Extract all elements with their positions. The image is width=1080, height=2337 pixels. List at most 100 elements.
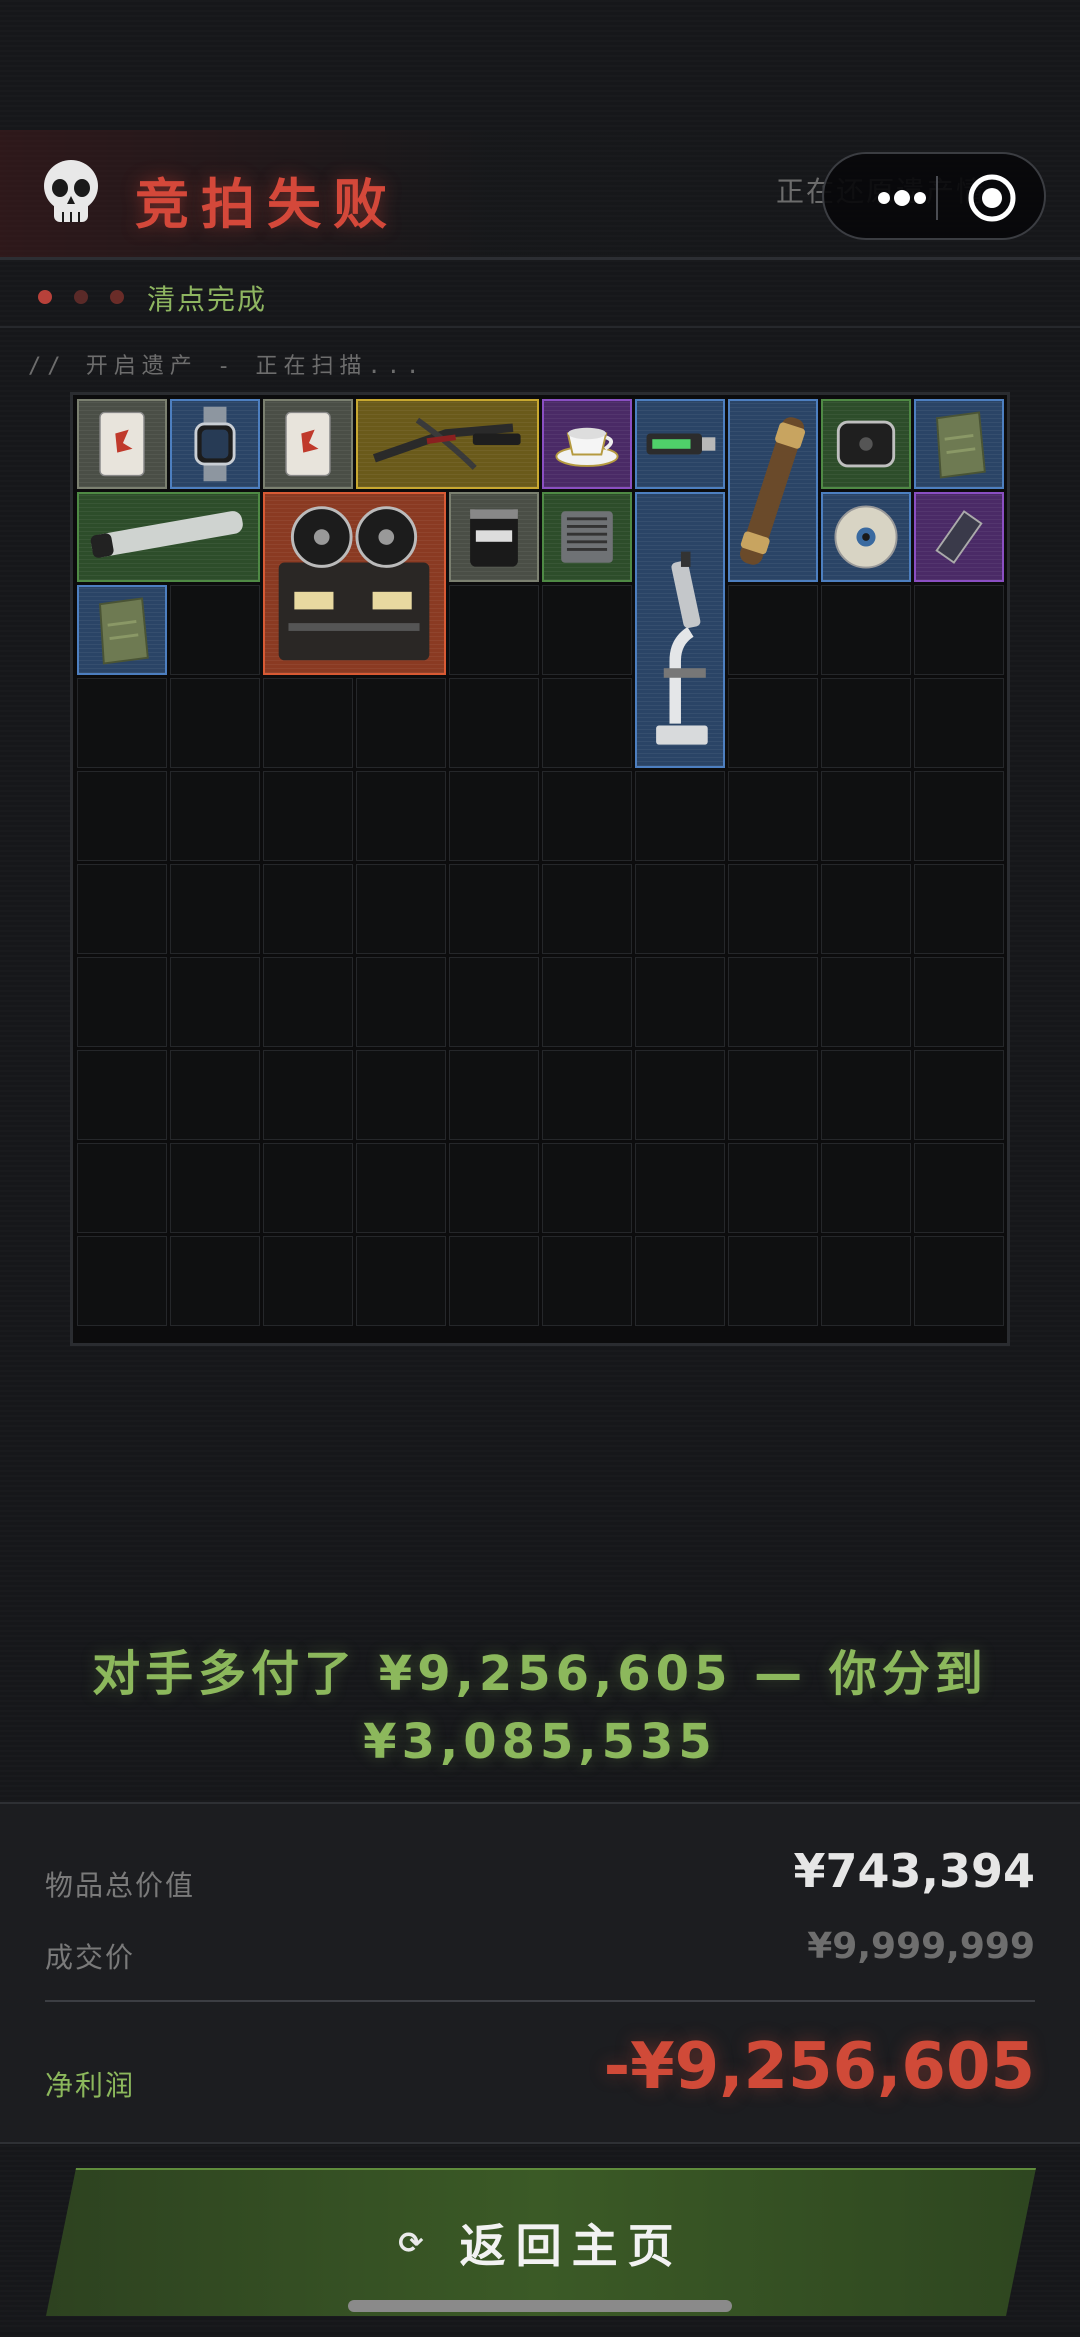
summary-panel: 物品总价值 ¥743,394 成交价 ¥9,999,999 净利润 -¥9,25… <box>0 1802 1080 2144</box>
smartwatch-item[interactable] <box>170 399 260 489</box>
ration-pack-item[interactable] <box>914 399 1004 489</box>
inventory-slot <box>914 771 1004 861</box>
inventory-slot <box>356 864 446 954</box>
status-text: 清点完成 <box>147 283 268 316</box>
usb-icon <box>646 433 716 455</box>
microscope-item[interactable] <box>635 492 725 768</box>
inventory-slot <box>542 957 632 1047</box>
inventory-slot <box>263 1236 353 1326</box>
inventory-slot <box>356 1143 446 1233</box>
spyglass-icon <box>740 417 806 565</box>
light-tube-item[interactable] <box>77 492 260 582</box>
inventory-slot <box>821 1050 911 1140</box>
inventory-slot <box>170 1050 260 1140</box>
inventory-slot <box>821 957 911 1047</box>
inventory-cells <box>77 399 1007 1339</box>
playing-card-item[interactable] <box>77 399 167 489</box>
inventory-slot <box>170 678 260 768</box>
skull-icon <box>44 160 98 222</box>
deal-price: ¥9,999,999 <box>807 1926 1035 1967</box>
inventory-slot <box>542 1050 632 1140</box>
inventory-slot <box>542 585 632 675</box>
inventory-slot <box>263 957 353 1047</box>
inventory-slot <box>542 1236 632 1326</box>
inventory-slot <box>635 1143 725 1233</box>
outcome-line-2: ¥3,085,535 <box>363 1714 717 1770</box>
return-home-button[interactable]: ⟳ 返回主页 <box>46 2168 1036 2316</box>
pack-icon <box>936 411 986 479</box>
inventory-slot <box>449 585 539 675</box>
inventory-slot <box>635 1050 725 1140</box>
inventory-slot <box>77 1236 167 1326</box>
inventory-slot <box>77 771 167 861</box>
inventory-slot <box>356 1236 446 1326</box>
inventory-slot <box>170 771 260 861</box>
inventory-slot <box>914 1236 1004 1326</box>
protein-tub-item[interactable] <box>449 492 539 582</box>
crossbow-item[interactable] <box>356 399 539 489</box>
ram-icon <box>935 510 983 564</box>
inventory-slot <box>77 1143 167 1233</box>
inventory-slot <box>170 1236 260 1326</box>
status-dot <box>74 290 88 304</box>
card-icon <box>99 411 145 477</box>
watch-icon <box>194 406 236 482</box>
power-bank-item[interactable] <box>821 399 911 489</box>
inventory-slot <box>356 1050 446 1140</box>
teacup-icon <box>555 427 619 467</box>
deal-price-label: 成交价 <box>45 1941 136 1974</box>
refresh-icon: ⟳ <box>398 2225 434 2261</box>
ration-pack-item-2[interactable] <box>77 585 167 675</box>
close-miniprogram-icon[interactable] <box>964 170 1020 226</box>
inventory-slot <box>356 678 446 768</box>
inventory-slot <box>542 864 632 954</box>
inventory-slot <box>263 1143 353 1233</box>
inventory-slot <box>635 957 725 1047</box>
total-value-label: 物品总价值 <box>45 1869 196 1902</box>
net-profit-value: -¥9,256,605 <box>603 2030 1035 2104</box>
inventory-slot <box>728 678 818 768</box>
disc-icon <box>834 505 898 569</box>
return-home-label: 返回主页 <box>459 2219 684 2273</box>
inventory-slot <box>542 1143 632 1233</box>
inventory-slot <box>914 1050 1004 1140</box>
inventory-slot <box>728 771 818 861</box>
cd-disc-item[interactable] <box>821 492 911 582</box>
spades-card-item[interactable] <box>263 399 353 489</box>
inventory-slot <box>170 585 260 675</box>
tube-icon <box>90 511 243 558</box>
spyglass-item[interactable] <box>728 399 818 582</box>
teacup-item[interactable] <box>542 399 632 489</box>
inventory-slot <box>449 771 539 861</box>
inventory-grid <box>70 392 1010 1346</box>
scan-text: // 开启遗产 - 正在扫描... <box>28 354 426 379</box>
status-dot <box>110 290 124 304</box>
more-options-icon[interactable] <box>854 183 944 213</box>
microscope-icon <box>656 551 708 745</box>
inventory-slot <box>914 1143 1004 1233</box>
cpu-cooler-item[interactable] <box>542 492 632 582</box>
inventory-slot <box>821 1143 911 1233</box>
inventory-slot <box>170 957 260 1047</box>
inventory-slot <box>263 771 353 861</box>
inventory-slot <box>77 864 167 954</box>
summary-divider <box>45 2000 1035 2002</box>
capsule-divider <box>936 176 938 220</box>
inventory-slot <box>821 585 911 675</box>
tape-recorder-item[interactable] <box>263 492 446 675</box>
inventory-slot <box>449 1050 539 1140</box>
ram-stick-item[interactable] <box>914 492 1004 582</box>
inventory-slot <box>821 771 911 861</box>
inventory-slot <box>914 678 1004 768</box>
crossbow-icon <box>372 417 521 470</box>
inventory-slot <box>263 678 353 768</box>
status-bar: 清点完成 <box>0 262 1080 328</box>
inventory-slot <box>449 1143 539 1233</box>
inventory-slot <box>263 864 353 954</box>
inventory-slot <box>542 678 632 768</box>
inventory-slot <box>821 1236 911 1326</box>
inventory-slot <box>821 678 911 768</box>
inventory-slot <box>263 1050 353 1140</box>
inventory-slot <box>449 678 539 768</box>
usb-drive-item[interactable] <box>635 399 725 489</box>
